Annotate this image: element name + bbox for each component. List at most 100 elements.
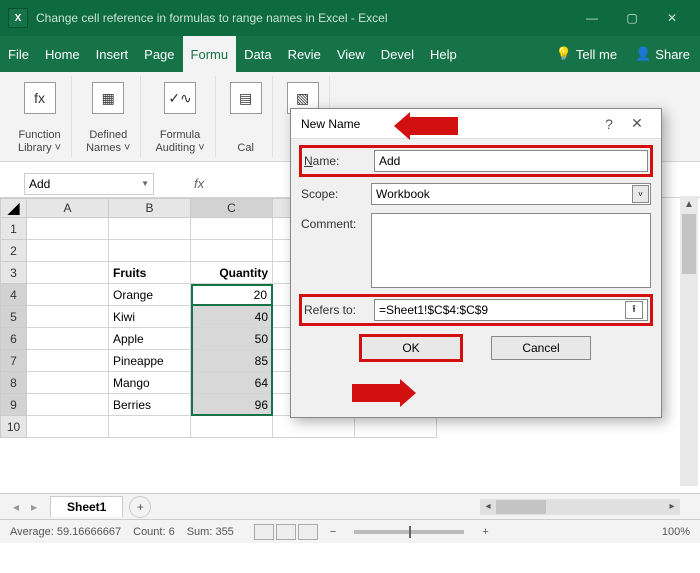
cell[interactable]: Pineappe [109, 350, 191, 372]
row-header-6[interactable]: 6 [0, 328, 27, 350]
ribbon-group[interactable]: fxFunctionLibrary ˅ [8, 76, 72, 157]
row-header-7[interactable]: 7 [0, 350, 27, 372]
ribbon-tab-help[interactable]: Help [422, 36, 465, 72]
row-header-4[interactable]: 4 [0, 284, 27, 306]
ribbon-group[interactable]: ▤Cal [220, 76, 273, 157]
cell[interactable] [27, 306, 109, 328]
horizontal-scrollbar[interactable]: ◂ ▸ [480, 499, 680, 515]
cell[interactable] [191, 240, 273, 262]
dialog-close-button[interactable]: ✕ [623, 115, 651, 132]
window-title: Change cell reference in formulas to ran… [36, 11, 572, 25]
cell[interactable] [27, 284, 109, 306]
hscroll-thumb[interactable] [496, 500, 546, 514]
cell[interactable]: 50 [191, 328, 273, 350]
normal-view-button[interactable] [254, 524, 274, 540]
cell[interactable] [109, 416, 191, 438]
ribbon-tab-devel[interactable]: Devel [373, 36, 422, 72]
cell[interactable] [27, 328, 109, 350]
page-layout-view-button[interactable] [276, 524, 296, 540]
cell[interactable] [109, 240, 191, 262]
cell[interactable]: 96 [191, 394, 273, 416]
row-header-8[interactable]: 8 [0, 372, 27, 394]
add-sheet-button[interactable]: + [129, 496, 151, 518]
ribbon-group[interactable]: ✓∿FormulaAuditing ˅ [145, 76, 215, 157]
cell[interactable]: 40 [191, 306, 273, 328]
cell[interactable] [27, 262, 109, 284]
cell[interactable] [27, 372, 109, 394]
chevron-down-icon[interactable]: ▼ [141, 179, 149, 188]
chevron-down-icon[interactable]: ˅ [632, 185, 649, 203]
cell[interactable] [191, 218, 273, 240]
zoom-in-button[interactable]: + [482, 526, 488, 538]
vertical-scrollbar[interactable]: ▲ [680, 196, 698, 486]
cell[interactable]: 64 [191, 372, 273, 394]
row-header-3[interactable]: 3 [0, 262, 27, 284]
row-header-1[interactable]: 1 [0, 218, 27, 240]
close-window-button[interactable]: ✕ [652, 0, 692, 36]
cell[interactable]: Orange [109, 284, 191, 306]
collapse-dialog-icon[interactable]: ⭱ [625, 301, 643, 319]
col-header-B[interactable]: B [109, 198, 191, 218]
cell[interactable] [27, 394, 109, 416]
cell[interactable]: Apple [109, 328, 191, 350]
share-button[interactable]: 👤Share [625, 36, 700, 72]
ribbon-icon: ✓∿ [164, 82, 196, 114]
row-header-9[interactable]: 9 [0, 394, 27, 416]
cell[interactable] [355, 416, 437, 438]
scroll-right-arrow[interactable]: ▸ [664, 501, 680, 512]
minimize-button[interactable]: — [572, 0, 612, 36]
comment-textarea[interactable] [371, 213, 651, 288]
scroll-left-arrow[interactable]: ◂ [480, 501, 496, 512]
page-break-view-button[interactable] [298, 524, 318, 540]
col-header-C[interactable]: C [191, 198, 273, 218]
cell[interactable] [27, 350, 109, 372]
scroll-up-arrow[interactable]: ▲ [680, 196, 698, 212]
cell[interactable]: Kiwi [109, 306, 191, 328]
cell[interactable] [191, 416, 273, 438]
cell[interactable]: Fruits [109, 262, 191, 284]
sheet-first-icon[interactable]: ◂ [8, 500, 24, 514]
cell[interactable]: Berries [109, 394, 191, 416]
ribbon-tab-view[interactable]: View [329, 36, 373, 72]
restore-button[interactable]: ▢ [612, 0, 652, 36]
ribbon-group[interactable]: ▦DefinedNames ˅ [76, 76, 141, 157]
refers-to-input[interactable]: =Sheet1!$C$4:$C$9 ⭱ [374, 299, 648, 321]
ok-button[interactable]: OK [361, 336, 461, 360]
ribbon-tab-revie[interactable]: Revie [280, 36, 329, 72]
fx-label[interactable]: fx [194, 176, 204, 191]
cell[interactable]: 85 [191, 350, 273, 372]
ribbon-tab-home[interactable]: Home [37, 36, 88, 72]
cancel-button[interactable]: Cancel [491, 336, 591, 360]
cell[interactable] [109, 218, 191, 240]
name-box-value: Add [29, 177, 50, 191]
col-header-A[interactable]: A [27, 198, 109, 218]
tell-me-search[interactable]: 💡Tell me [548, 36, 625, 72]
zoom-out-button[interactable]: − [330, 526, 336, 538]
scope-value: Workbook [376, 187, 430, 201]
row-header-2[interactable]: 2 [0, 240, 27, 262]
cell[interactable]: 20 [191, 284, 273, 306]
ribbon-tab-page[interactable]: Page [136, 36, 182, 72]
name-input[interactable] [374, 150, 648, 172]
row-header-5[interactable]: 5 [0, 306, 27, 328]
name-box[interactable]: Add ▼ [24, 173, 154, 195]
cell[interactable]: Quantity [191, 262, 273, 284]
cell[interactable] [27, 416, 109, 438]
row-header-10[interactable]: 10 [0, 416, 27, 438]
ribbon-tab-file[interactable]: File [0, 36, 37, 72]
select-all-corner[interactable]: ◢ [0, 198, 27, 218]
sheet-tab-sheet1[interactable]: Sheet1 [50, 496, 123, 517]
cell[interactable] [27, 218, 109, 240]
zoom-slider[interactable] [354, 530, 464, 534]
ribbon-tab-data[interactable]: Data [236, 36, 279, 72]
scope-select[interactable]: Workbook ˅ [371, 183, 651, 205]
dialog-titlebar[interactable]: New Name ? ✕ [291, 109, 661, 139]
cell[interactable] [273, 416, 355, 438]
cell[interactable] [27, 240, 109, 262]
ribbon-tab-insert[interactable]: Insert [88, 36, 137, 72]
sheet-last-icon[interactable]: ▸ [26, 500, 42, 514]
dialog-help-button[interactable]: ? [595, 116, 623, 132]
scroll-thumb[interactable] [682, 214, 696, 274]
ribbon-tab-formu[interactable]: Formu [183, 36, 237, 72]
cell[interactable]: Mango [109, 372, 191, 394]
